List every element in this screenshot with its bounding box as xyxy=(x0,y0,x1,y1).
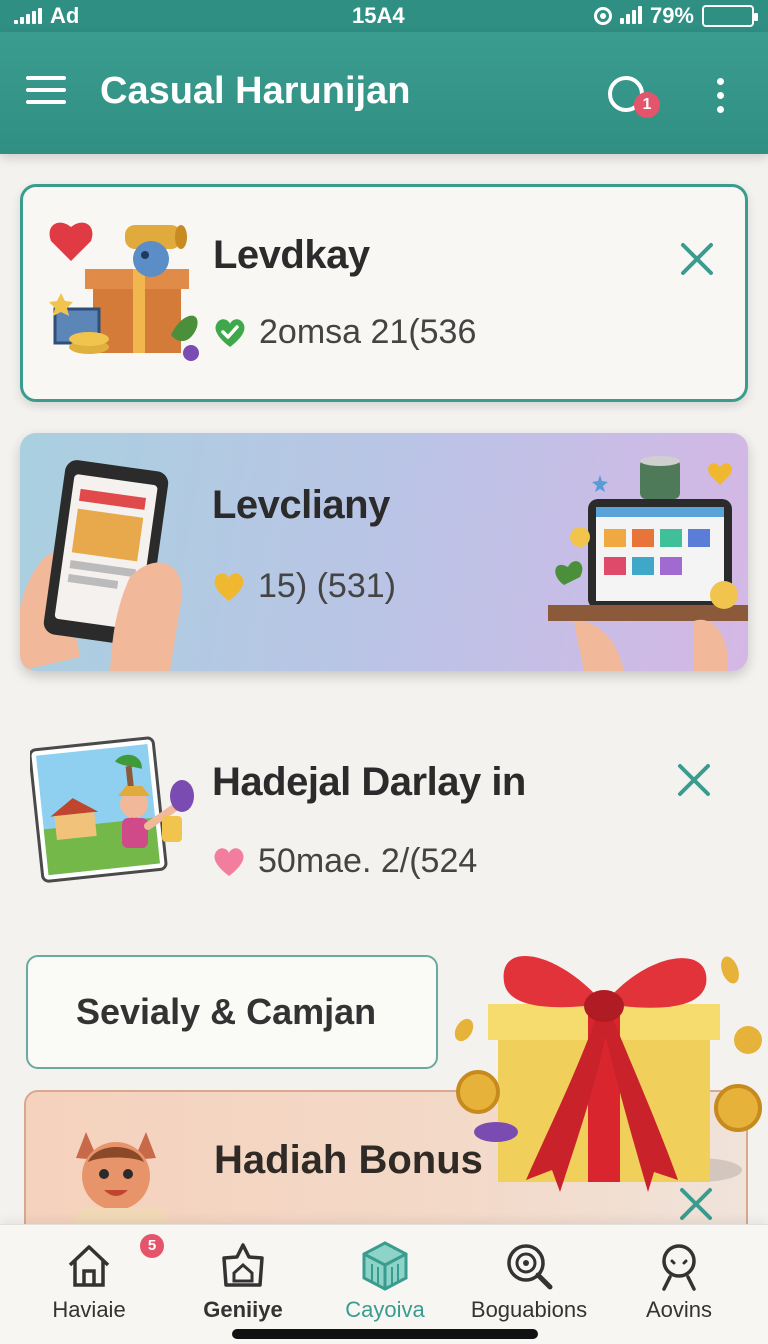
nav-badge: 5 xyxy=(140,1234,164,1258)
card-title: Hadejal Darlay in xyxy=(212,760,526,804)
profile-icon xyxy=(662,1244,696,1291)
nav-item-active[interactable]: Cayoiva xyxy=(320,1239,450,1329)
app-title: Casual Harunijan xyxy=(100,70,411,112)
nav-label: Haviaie xyxy=(52,1297,126,1322)
sync-icon xyxy=(593,7,612,25)
carrier-label: Ad xyxy=(50,3,80,28)
home-indicator[interactable] xyxy=(232,1329,538,1339)
gift-box-icon xyxy=(454,956,762,1192)
nav-label: Aovins xyxy=(645,1297,713,1322)
card-meta-text: 15) (531) xyxy=(258,567,396,605)
game-card[interactable]: Levdkay 2omsa 21(536 xyxy=(20,184,748,402)
category-button[interactable]: Sevialy & Camjan xyxy=(26,955,438,1069)
gift-box-illustration xyxy=(49,222,199,361)
card-title: Levcliany xyxy=(212,483,390,527)
notification-badge: 1 xyxy=(634,92,660,118)
close-icon xyxy=(678,764,710,796)
signal-icon xyxy=(14,8,42,24)
card-meta-text: 2omsa 21(536 xyxy=(259,313,477,351)
category-button-label: Sevialy & Camjan xyxy=(76,991,377,1032)
game-card[interactable]: Hadejal Darlay in 50mae. 2/(524 xyxy=(20,720,748,920)
card-meta: 2omsa 21(536 xyxy=(213,313,476,352)
status-right: 79% xyxy=(593,3,758,29)
gold-heart-icon xyxy=(214,572,244,601)
nav-label: Boguabions xyxy=(470,1297,588,1322)
close-button[interactable] xyxy=(677,239,717,279)
card-meta: 15) (531) xyxy=(212,567,396,606)
nav-item-search[interactable]: Boguabions xyxy=(464,1239,594,1329)
green-heart-check-icon xyxy=(215,318,245,347)
phone-in-hands-illustration xyxy=(20,460,182,671)
card-meta: 50mae. 2/(524 xyxy=(212,842,477,881)
cell-signal-icon xyxy=(619,6,642,24)
close-button[interactable] xyxy=(674,760,714,800)
card-title: Levdkay xyxy=(213,233,370,277)
close-icon xyxy=(681,243,713,275)
nav-label: Geniiye xyxy=(203,1297,283,1322)
bottom-navigation: Haviaie Geniiye Cayoiva Boguabions Aovin… xyxy=(0,1224,768,1344)
battery-icon xyxy=(702,5,758,27)
hamburger-menu-button[interactable] xyxy=(26,76,66,108)
clock: 15A4 xyxy=(352,3,405,28)
nav-item-profile[interactable]: Aovins xyxy=(614,1239,744,1329)
cube-icon xyxy=(362,1241,408,1291)
battery-percent: 79% xyxy=(649,3,694,28)
pink-heart-icon xyxy=(214,847,244,876)
nav-item-genre[interactable]: Geniiye xyxy=(178,1239,308,1329)
app-bar: Casual Harunijan 1 xyxy=(0,32,768,154)
nav-label: Cayoiva xyxy=(345,1297,425,1322)
game-scene-illustration xyxy=(30,736,194,883)
star-house-icon xyxy=(222,1243,264,1287)
target-search-icon xyxy=(507,1244,553,1290)
status-bar: Ad 15A4 79% xyxy=(0,0,768,32)
card-meta-text: 50mae. 2/(524 xyxy=(258,842,478,880)
status-left: Ad xyxy=(14,3,79,29)
home-icon xyxy=(68,1245,110,1287)
more-options-button[interactable] xyxy=(710,78,730,118)
game-card-featured[interactable]: Levcliany 15) (531) xyxy=(20,433,748,671)
nav-item-home[interactable]: Haviaie xyxy=(24,1239,154,1329)
laptop-in-hands-illustration xyxy=(548,456,748,671)
bonus-title: Hadiah Bonus xyxy=(214,1138,483,1182)
